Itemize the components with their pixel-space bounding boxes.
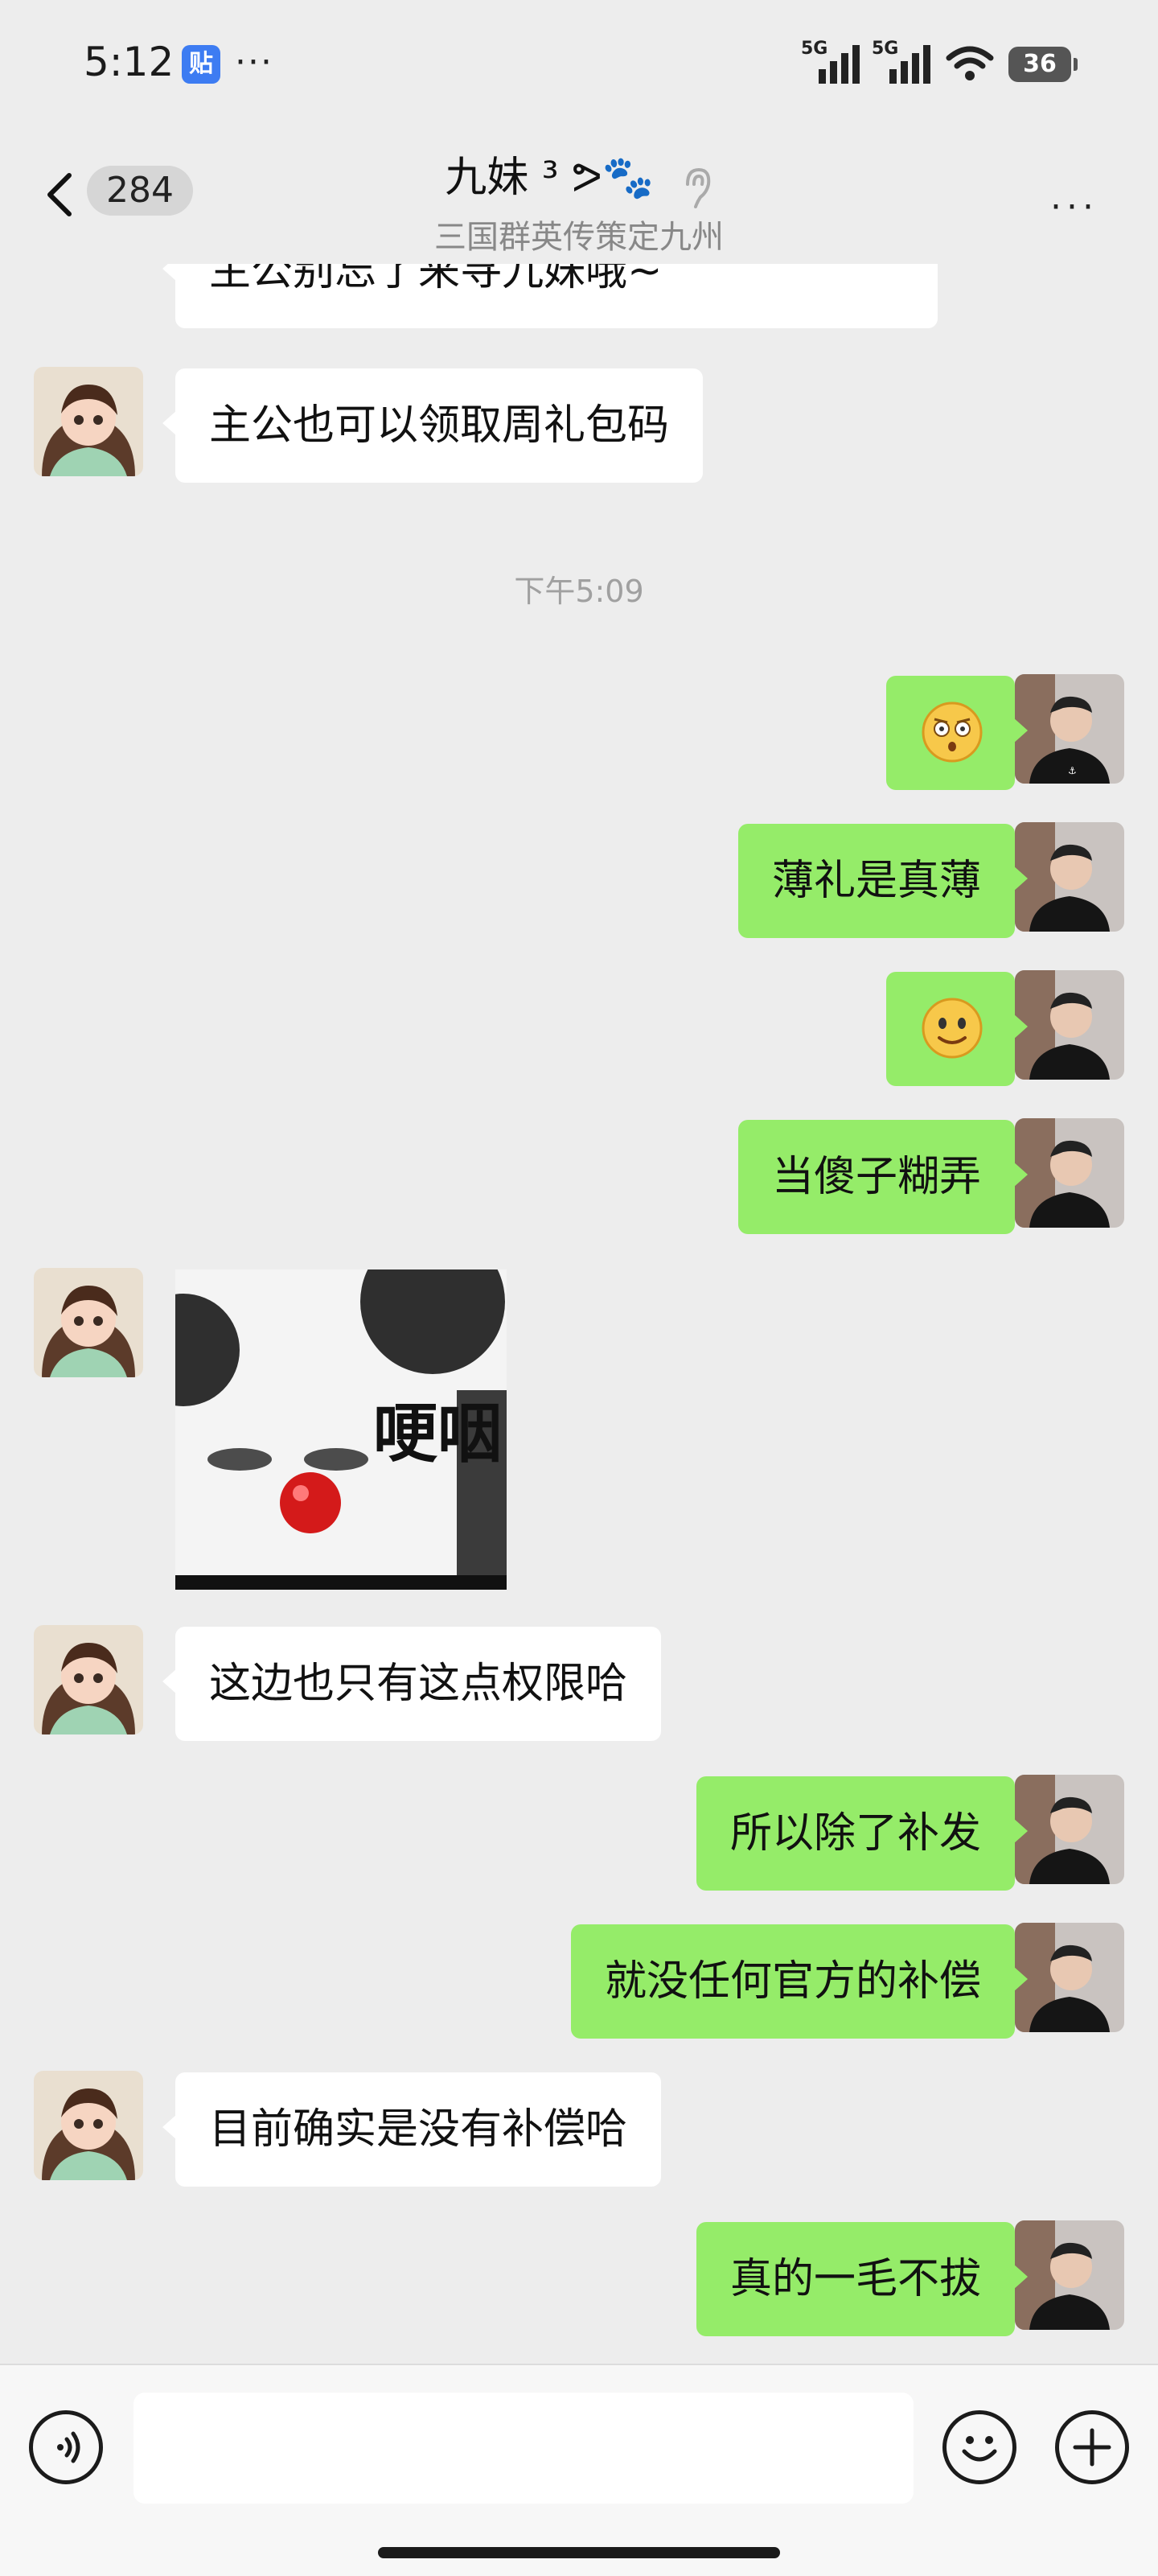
- wifi-icon: [946, 46, 994, 80]
- contact-avatar[interactable]: [34, 1625, 143, 1734]
- self-avatar[interactable]: [1015, 970, 1124, 1080]
- self-avatar[interactable]: [1015, 1118, 1124, 1228]
- message-bubble-right[interactable]: 当傻子糊弄: [737, 1120, 1029, 1234]
- voice-input-button[interactable]: [29, 2410, 103, 2484]
- message-bubble-left[interactable]: 目前确实是没有补偿哈: [162, 2072, 662, 2187]
- ear-mode-icon: [685, 167, 710, 208]
- notification-more-icon: ···: [235, 42, 273, 83]
- message-bubble-right[interactable]: 真的一毛不拔: [696, 2222, 1029, 2336]
- message-bubble-right[interactable]: [886, 676, 1028, 790]
- voice-icon: [57, 2431, 80, 2463]
- message-bubble-left[interactable]: 这边也只有这点权限哈: [162, 1627, 662, 1741]
- self-avatar[interactable]: [1015, 1775, 1124, 1884]
- contact-avatar[interactable]: [34, 1268, 143, 1377]
- input-toolbar: [0, 2364, 1158, 2576]
- chat-title-row[interactable]: 九妹 ³ ᕗ🐾: [0, 143, 1158, 210]
- svg-text:⚓: ⚓: [1068, 765, 1077, 776]
- message-bubble-right[interactable]: 所以除了补发: [696, 1776, 1029, 1891]
- add-more-button[interactable]: [1055, 2410, 1129, 2484]
- self-avatar[interactable]: ⚓: [1015, 674, 1124, 784]
- emoji-button[interactable]: [942, 2410, 1016, 2484]
- chat-header: 284 九妹 ³ ᕗ🐾 三国群英传策定九州 ···: [0, 129, 1158, 264]
- status-bar: 5:12 贴 ··· 5G 5G 36: [0, 0, 1158, 129]
- message-bubble-right[interactable]: 就没任何官方的补偿: [570, 1924, 1029, 2039]
- contact-avatar[interactable]: [34, 2071, 143, 2180]
- sticker-caption: 哽咽: [373, 1397, 502, 1471]
- plus-icon: [1073, 2428, 1111, 2467]
- more-options-icon[interactable]: ···: [1050, 187, 1098, 228]
- message-timestamp: 下午5:09: [514, 574, 644, 609]
- shocked-face-emoji-icon: [922, 702, 983, 763]
- message-bubble-right[interactable]: [886, 972, 1028, 1086]
- contact-avatar[interactable]: [34, 367, 143, 476]
- message-bubble-right[interactable]: 薄礼是真薄: [737, 824, 1029, 938]
- battery-icon: 36: [1008, 47, 1078, 82]
- self-avatar[interactable]: [1015, 1923, 1124, 2032]
- panda-sticker-image[interactable]: 哽咽: [175, 1269, 507, 1590]
- tieba-app-icon: 贴: [182, 45, 220, 84]
- home-indicator[interactable]: [378, 2547, 780, 2558]
- self-avatar[interactable]: [1015, 2220, 1124, 2330]
- message-bubble-left[interactable]: 主公也可以领取周礼包码: [162, 368, 704, 483]
- chat-message-list[interactable]: 主公别忘了来寻九妹哦~ 主公也可以领取周礼包码 下午5:09 ⚓ 薄礼是真薄 当…: [0, 264, 1158, 2364]
- chat-title: 九妹 ³ ᕗ🐾: [445, 154, 655, 202]
- clock: 5:12: [84, 39, 175, 85]
- self-avatar[interactable]: [1015, 822, 1124, 932]
- message-bubble-left[interactable]: 主公别忘了来寻九妹哦~: [162, 264, 938, 328]
- smiley-icon: [962, 2436, 997, 2462]
- message-input[interactable]: [133, 2393, 914, 2504]
- smiling-face-emoji-icon: [922, 998, 983, 1059]
- chat-subtitle: 三国群英传策定九州: [434, 219, 724, 256]
